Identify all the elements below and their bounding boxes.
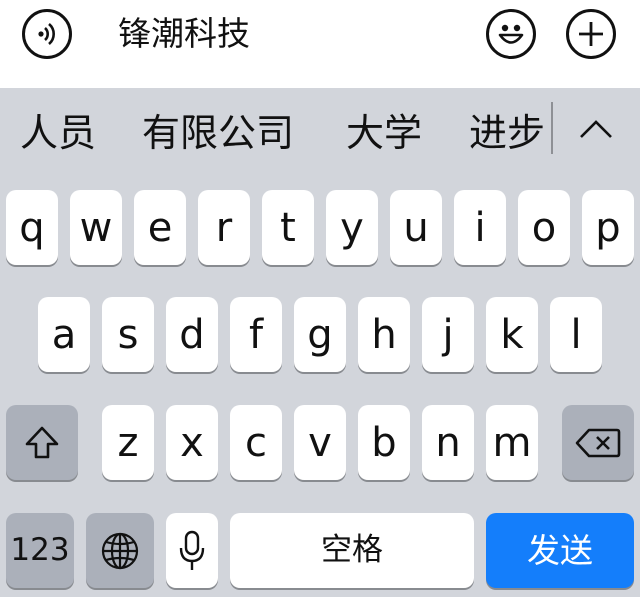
key-label: x xyxy=(180,419,204,466)
candidate-bar: 人员 有限公司 大学 进步 xyxy=(0,88,640,178)
globe-key[interactable] xyxy=(86,513,154,588)
voice-input-button[interactable] xyxy=(22,9,72,59)
key-y[interactable]: y xyxy=(326,190,378,265)
key-label: m xyxy=(492,419,532,466)
key-z[interactable]: z xyxy=(102,405,154,480)
key-label: b xyxy=(371,419,397,466)
key-label: o xyxy=(531,204,557,251)
key-x[interactable]: x xyxy=(166,405,218,480)
key-t[interactable]: t xyxy=(262,190,314,265)
space-key[interactable]: 空格 xyxy=(230,513,474,588)
key-label: p xyxy=(595,204,621,251)
delete-key[interactable] xyxy=(562,405,634,480)
key-s[interactable]: s xyxy=(102,297,154,372)
microphone-key[interactable] xyxy=(166,513,218,588)
key-w[interactable]: w xyxy=(70,190,122,265)
key-label: g xyxy=(307,311,333,358)
key-label: a xyxy=(51,311,77,358)
key-j[interactable]: j xyxy=(422,297,474,372)
key-i[interactable]: i xyxy=(454,190,506,265)
key-label: f xyxy=(248,311,264,358)
key-label: n xyxy=(435,419,461,466)
send-key[interactable]: 发送 xyxy=(486,513,634,588)
key-label: k xyxy=(500,311,524,358)
key-n[interactable]: n xyxy=(422,405,474,480)
key-label: w xyxy=(79,204,113,251)
backspace-icon xyxy=(575,428,621,457)
candidate-divider xyxy=(551,102,553,154)
key-h[interactable]: h xyxy=(358,297,410,372)
candidate-3[interactable]: 大学 xyxy=(346,110,422,156)
key-label: r xyxy=(215,204,233,251)
key-label: i xyxy=(474,204,486,251)
shift-key[interactable] xyxy=(6,405,78,480)
key-p[interactable]: p xyxy=(582,190,634,265)
globe-icon xyxy=(101,532,139,569)
key-label: j xyxy=(442,311,454,358)
key-label: t xyxy=(280,204,296,251)
shift-arrow-icon xyxy=(25,426,59,458)
key-label: q xyxy=(19,204,45,251)
key-label: s xyxy=(117,311,139,358)
emoji-button[interactable] xyxy=(486,9,536,59)
chat-input-bar: 锋潮科技 xyxy=(0,0,640,88)
key-label: l xyxy=(570,311,582,358)
key-a[interactable]: a xyxy=(38,297,90,372)
key-label: e xyxy=(147,204,173,251)
key-g[interactable]: g xyxy=(294,297,346,372)
plus-icon xyxy=(579,22,603,46)
key-d[interactable]: d xyxy=(166,297,218,372)
microphone-icon xyxy=(179,530,205,570)
smiley-icon xyxy=(498,24,524,44)
key-v[interactable]: v xyxy=(294,405,346,480)
numbers-key[interactable]: 123 xyxy=(6,513,74,588)
key-label: y xyxy=(340,204,364,251)
key-k[interactable]: k xyxy=(486,297,538,372)
chevron-up-icon xyxy=(580,120,612,138)
key-label: h xyxy=(371,311,397,358)
key-label: 发送 xyxy=(527,531,593,570)
key-label: 空格 xyxy=(321,532,383,568)
key-label: 123 xyxy=(10,532,70,568)
key-r[interactable]: r xyxy=(198,190,250,265)
key-f[interactable]: f xyxy=(230,297,282,372)
message-input[interactable]: 锋潮科技 xyxy=(118,14,250,54)
candidate-4[interactable]: 进步 xyxy=(469,110,545,156)
key-label: d xyxy=(179,311,205,358)
key-o[interactable]: o xyxy=(518,190,570,265)
candidate-1[interactable]: 人员 xyxy=(20,110,96,156)
expand-candidates-button[interactable] xyxy=(576,113,616,143)
key-b[interactable]: b xyxy=(358,405,410,480)
key-l[interactable]: l xyxy=(550,297,602,372)
key-label: u xyxy=(403,204,429,251)
key-c[interactable]: c xyxy=(230,405,282,480)
key-label: v xyxy=(308,419,332,466)
key-e[interactable]: e xyxy=(134,190,186,265)
key-label: c xyxy=(245,419,267,466)
key-u[interactable]: u xyxy=(390,190,442,265)
add-button[interactable] xyxy=(566,9,616,59)
key-label: z xyxy=(117,419,139,466)
key-m[interactable]: m xyxy=(486,405,538,480)
candidate-2[interactable]: 有限公司 xyxy=(142,110,294,156)
voice-wave-icon xyxy=(38,23,55,45)
key-q[interactable]: q xyxy=(6,190,58,265)
